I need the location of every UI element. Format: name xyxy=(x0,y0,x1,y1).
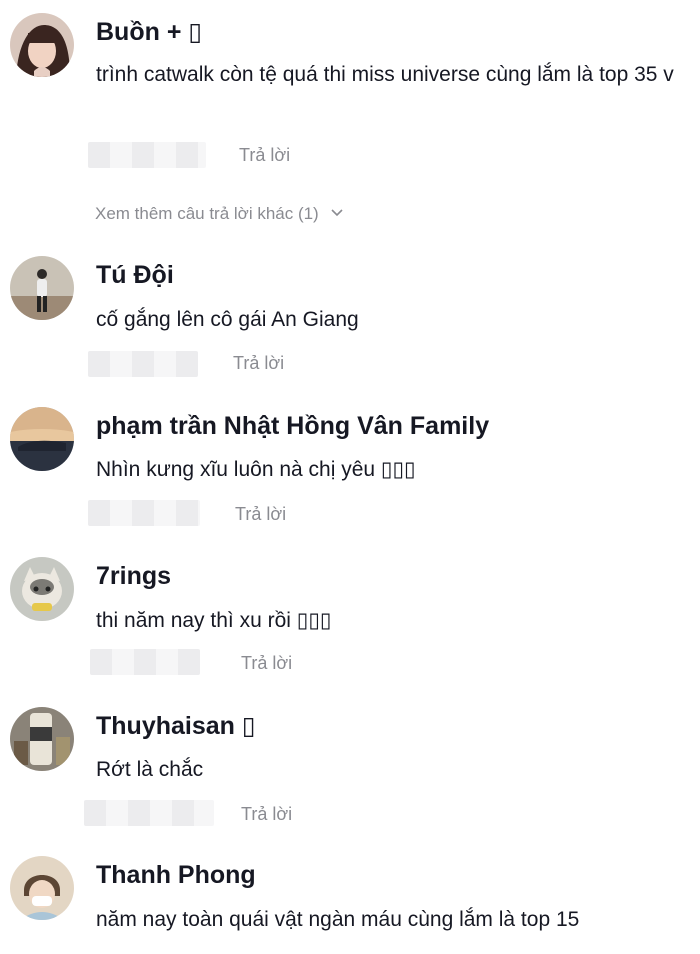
reply-button[interactable]: Trả lời xyxy=(241,654,292,672)
username[interactable]: phạm trần Nhật Hồng Vân Family xyxy=(96,414,489,439)
username[interactable]: Tú Đội xyxy=(96,263,174,288)
username[interactable]: Thuyhaisan ▯ xyxy=(96,714,256,739)
avatar[interactable] xyxy=(10,707,74,771)
reply-button[interactable]: Trả lời xyxy=(233,354,284,372)
comment-text: Nhìn kưng xĩu luôn nà chị yêu ▯▯▯ xyxy=(96,458,416,481)
avatar[interactable] xyxy=(10,557,74,621)
comment-date xyxy=(88,500,200,526)
avatar[interactable] xyxy=(10,256,74,320)
comment-date xyxy=(88,142,206,168)
chevron-down-icon xyxy=(331,203,344,220)
comment-date xyxy=(84,800,214,826)
view-more-replies-label: Xem thêm câu trả lời khác (1) xyxy=(95,204,319,223)
reply-button[interactable]: Trả lời xyxy=(241,805,292,823)
username[interactable]: Buồn + ▯ xyxy=(96,20,202,45)
username[interactable]: 7rings xyxy=(96,564,171,589)
avatar[interactable] xyxy=(10,407,74,471)
view-more-replies[interactable]: Xem thêm câu trả lời khác (1) xyxy=(95,203,344,223)
reply-button[interactable]: Trả lời xyxy=(239,146,290,164)
reply-button[interactable]: Trả lời xyxy=(235,505,286,523)
comment-date xyxy=(88,351,198,377)
comment-text: cố gắng lên cô gái An Giang xyxy=(96,308,359,331)
comment-text: Rớt là chắc xyxy=(96,758,204,781)
comment-date xyxy=(90,649,200,675)
comment-text: thi năm nay thì xu rồi ▯▯▯ xyxy=(96,609,332,632)
avatar[interactable] xyxy=(10,13,74,77)
avatar[interactable] xyxy=(10,856,74,920)
username[interactable]: Thanh Phong xyxy=(96,863,256,888)
comment-text: trình catwalk còn tệ quá thi miss univer… xyxy=(96,63,674,86)
comment-text: năm nay toàn quái vật ngàn máu cùng lắm … xyxy=(96,908,580,931)
